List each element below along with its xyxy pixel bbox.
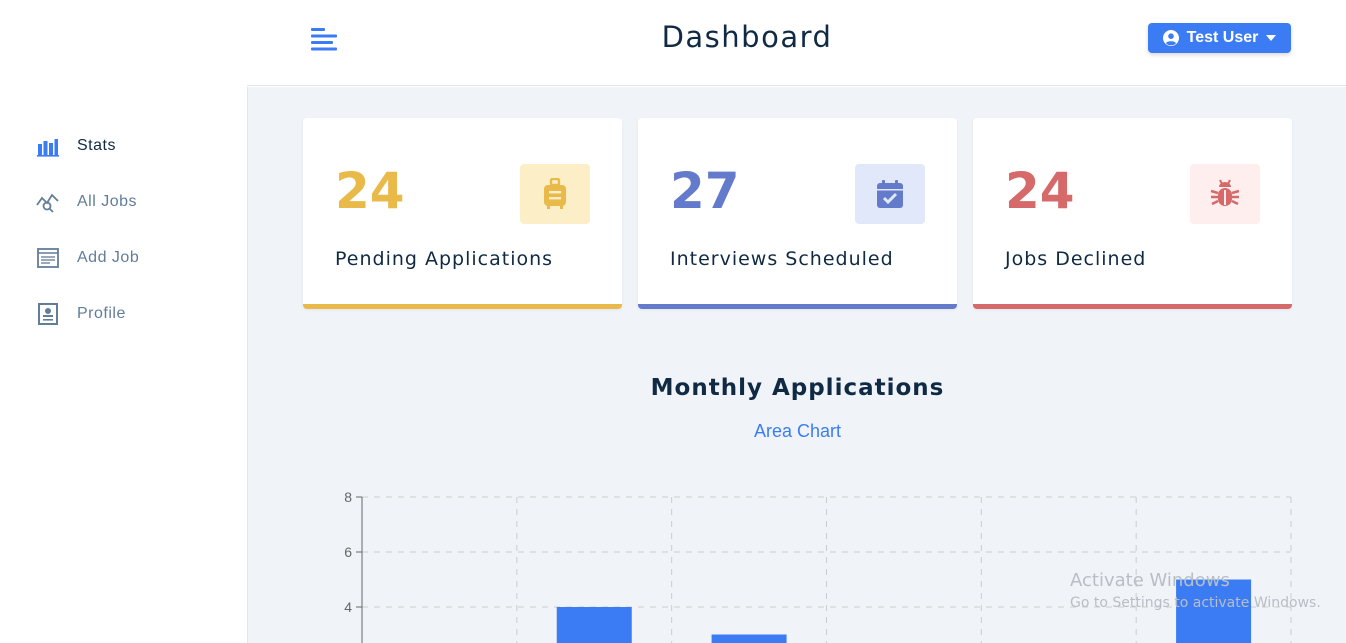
- sidebar-item-all-jobs[interactable]: All Jobs: [36, 174, 226, 230]
- y-tick-label: 4: [344, 599, 352, 615]
- sidebar-item-add-job[interactable]: Add Job: [36, 230, 226, 286]
- sidebar-item-label: Add Job: [77, 249, 140, 266]
- windows-activation-watermark: Activate Windows Go to Settings to activ…: [1070, 570, 1321, 611]
- sidebar-item-label: All Jobs: [77, 193, 138, 210]
- user-name: Test User: [1186, 29, 1259, 46]
- bar-chart-icon: [36, 134, 60, 158]
- sidebar-item-stats[interactable]: Stats: [36, 118, 226, 174]
- sidebar: Stats All Jobs Add Job Profile: [0, 0, 247, 643]
- chart-y-axis: 4 6 8: [344, 489, 363, 643]
- sidebar-item-label: Profile: [77, 305, 126, 322]
- id-card-icon: [36, 302, 60, 326]
- top-navbar: Dashboard Test User: [247, 0, 1346, 86]
- user-circle-icon: [1162, 30, 1179, 46]
- chart-bar[interactable]: [711, 634, 787, 643]
- bar-chart: 4 6 8: [344, 489, 1292, 643]
- sidebar-item-label: Stats: [77, 137, 116, 154]
- page-title: Dashboard: [661, 20, 833, 54]
- form-icon: [36, 246, 60, 270]
- sidebar-item-profile[interactable]: Profile: [36, 286, 226, 342]
- chart-bar[interactable]: [556, 607, 632, 643]
- watermark-subtitle: Go to Settings to activate Windows.: [1070, 595, 1321, 611]
- main-content: 24 Pending Applications 27 Interviews Sc…: [247, 87, 1346, 643]
- y-tick-label: 6: [344, 544, 352, 560]
- watermark-title: Activate Windows: [1070, 570, 1230, 591]
- y-tick-label: 8: [344, 489, 352, 505]
- caret-down-icon: [1266, 35, 1277, 41]
- user-menu-button[interactable]: Test User: [1148, 23, 1291, 53]
- query-stats-icon: [36, 190, 60, 214]
